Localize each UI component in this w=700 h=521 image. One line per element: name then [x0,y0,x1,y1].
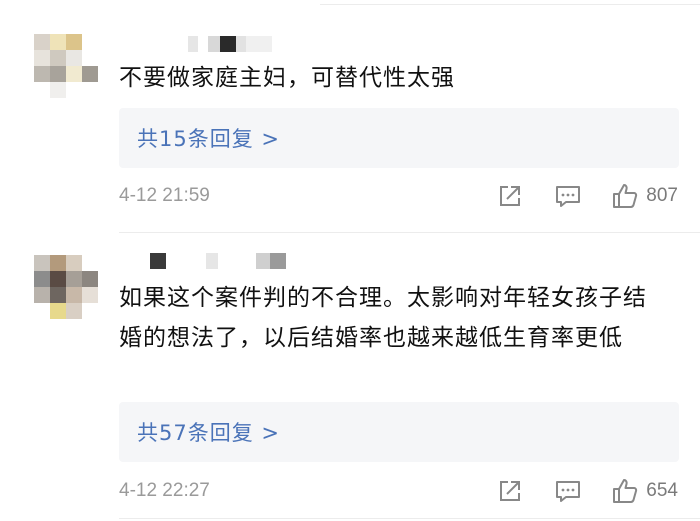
thumbs-up-icon [613,479,638,503]
share-button[interactable] [497,183,523,209]
share-icon [500,481,521,501]
like-count: 807 [646,185,678,206]
like-button[interactable]: 807 [611,182,678,210]
comment-button[interactable] [554,478,582,504]
comment-actions: 807 [497,182,678,210]
comment-meta: 4-12 22:27 654 [119,476,678,506]
comment-divider [119,518,700,519]
like-button[interactable]: 654 [611,477,678,505]
comment-actions: 654 [497,477,678,505]
share-icon [500,186,521,206]
comment-button[interactable] [554,183,582,209]
top-divider [320,4,700,5]
reply-box[interactable]: 共15条回复 > [119,108,679,168]
reply-box[interactable]: 共57条回复 > [119,402,679,462]
comment-text: 不要做家庭主妇，可替代性太强 [119,65,455,91]
view-replies-link[interactable]: 共57条回复 > [137,417,280,447]
username-mosaic [150,253,286,269]
username-mosaic [188,36,272,52]
thumbs-up-icon [613,184,638,208]
avatar[interactable] [34,255,98,319]
timestamp: 4-12 22:27 [119,480,210,501]
view-replies-link[interactable]: 共15条回复 > [137,123,280,153]
timestamp: 4-12 21:59 [119,185,210,206]
comment-icon [556,481,581,502]
share-button[interactable] [497,478,523,504]
comment-meta: 4-12 21:59 807 [119,181,678,211]
comment-divider [119,232,700,233]
comment-icon [556,186,581,207]
avatar[interactable] [34,34,98,98]
comment-text: 如果这个案件判的不合理。太影响对年轻女孩子结婚的想法了，以后结婚率也越来越低生育… [119,285,647,351]
like-count: 654 [646,480,678,501]
